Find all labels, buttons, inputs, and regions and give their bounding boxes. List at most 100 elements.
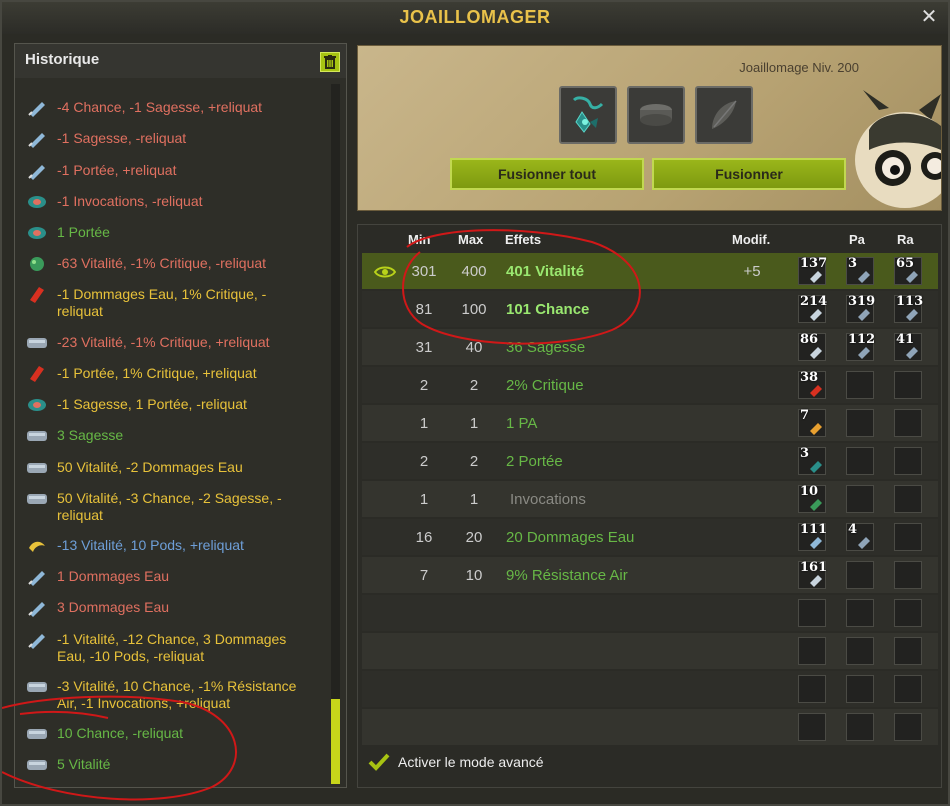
rune-slot[interactable] <box>894 637 922 665</box>
history-item: -3 Vitalité, 10 Chance, -1% Résistance Ai… <box>25 678 315 712</box>
effect-row[interactable]: 2 2 2% Critique 38 <box>362 367 938 403</box>
cell-effect: 401 Vitalité <box>506 263 585 280</box>
rune-slot[interactable] <box>798 675 826 703</box>
cell-effect: 1 PA <box>506 415 538 432</box>
rune-icon <box>904 345 920 359</box>
rune-slot[interactable] <box>798 713 826 741</box>
rune-icon <box>808 421 824 435</box>
table-header: Min Max Effets Modif. Pa Ra <box>358 225 941 251</box>
effect-row[interactable]: 1 1 Invocations 10 <box>362 481 938 517</box>
cell-max: 100 <box>461 301 487 318</box>
rune-slot[interactable] <box>894 371 922 399</box>
cell-effect: 36 Sagesse <box>506 339 586 356</box>
history-item-line: -1 Dommages Eau, 1% Critique, - <box>57 286 267 302</box>
fuse-button[interactable]: Fusionner <box>652 158 846 190</box>
rune-slot[interactable]: 161 <box>798 560 827 589</box>
rune-slot[interactable] <box>846 485 874 513</box>
effect-row[interactable]: 1 1 1 PA 7 <box>362 405 938 441</box>
rune-slot[interactable] <box>846 675 874 703</box>
history-item-line: -3 Vitalité, 10 Chance, -1% Résistance <box>57 678 297 694</box>
rune-slot[interactable]: 41 <box>894 332 922 361</box>
rune-slot[interactable] <box>894 675 922 703</box>
effect-row[interactable]: 31 40 36 Sagesse 86 112 41 <box>362 329 938 365</box>
rune-slot[interactable] <box>894 561 922 589</box>
rune-slot[interactable] <box>894 447 922 475</box>
history-item-text: -13 Vitalité, 10 Pods, +reliquat <box>57 537 244 554</box>
rune-slot[interactable]: 3 <box>846 256 874 285</box>
rune-icon <box>25 224 49 242</box>
history-item: 1 Portée <box>25 224 315 242</box>
item-slot-amulet[interactable] <box>559 86 617 144</box>
history-item: 1 Dommages Eau <box>25 568 315 586</box>
rune-slot[interactable]: 86 <box>798 332 826 361</box>
rune-slot[interactable]: 137 <box>798 256 827 285</box>
rune-slot[interactable] <box>894 409 922 437</box>
history-item-line-2: Eau, -10 Pods, -reliquat <box>57 648 205 664</box>
history-item-line: 1 Portée <box>57 224 110 240</box>
rune-slot[interactable] <box>846 599 874 627</box>
item-slot-rune[interactable] <box>627 86 685 144</box>
rune-slot[interactable]: 319 <box>846 294 875 323</box>
rune-slot[interactable] <box>894 599 922 627</box>
empty-row <box>362 595 938 631</box>
rune-slot[interactable] <box>846 409 874 437</box>
window-title: JOAILLOMAGER <box>399 7 551 27</box>
rune-slot[interactable]: 214 <box>798 294 828 323</box>
rune-icon <box>856 269 872 283</box>
rune-slot[interactable] <box>894 485 922 513</box>
history-item-line: -1 Sagesse, -reliquat <box>57 130 187 146</box>
empty-row <box>362 671 938 707</box>
rune-count: 4 <box>848 522 858 537</box>
rune-slot[interactable] <box>846 637 874 665</box>
history-title: Historique <box>25 51 100 68</box>
joaillomager-window: JOAILLOMAGER ✕ Historique -4 Chance, -1 … <box>0 0 950 806</box>
eye-icon[interactable] <box>373 265 397 283</box>
rune-slot[interactable]: 38 <box>798 370 826 399</box>
rune-icon <box>808 345 824 359</box>
rune-slot[interactable] <box>846 371 874 399</box>
history-item-line-2: Air, -1 Invocations, +reliquat <box>57 695 231 711</box>
history-item-line: -63 Vitalité, -1% Critique, -reliquat <box>57 255 267 271</box>
history-scrollbar[interactable] <box>331 84 340 784</box>
craft-area: Joaillomage Niv. 200 Fusionner tout Fusi… <box>357 45 942 211</box>
rune-icon <box>25 725 49 743</box>
header-ra: Ra <box>897 232 914 247</box>
fuse-all-button[interactable]: Fusionner tout <box>450 158 644 190</box>
cell-min: 16 <box>415 529 433 546</box>
item-slot-potion[interactable] <box>695 86 753 144</box>
rune-slot[interactable] <box>798 599 826 627</box>
title-bar[interactable]: JOAILLOMAGER ✕ <box>2 2 948 34</box>
cell-modif: +5 <box>743 263 761 280</box>
scrollbar-thumb[interactable] <box>331 699 340 784</box>
rune-count: 214 <box>800 294 828 309</box>
rune-icon <box>25 459 49 477</box>
rune-slot[interactable] <box>894 713 922 741</box>
rune-slot[interactable]: 3 <box>798 446 826 475</box>
rune-slot[interactable] <box>846 713 874 741</box>
rune-slot[interactable] <box>894 523 922 551</box>
close-icon[interactable]: ✕ <box>918 6 940 28</box>
effect-row[interactable]: 81 100 101 Chance 214 319 113 <box>362 291 938 327</box>
advanced-mode-toggle[interactable]: Activer le mode avancé <box>368 753 544 771</box>
effect-row[interactable]: 2 2 2 Portée 3 <box>362 443 938 479</box>
trash-icon[interactable] <box>320 52 340 72</box>
history-item: -23 Vitalité, -1% Critique, +reliquat <box>25 334 315 352</box>
history-item-text: -4 Chance, -1 Sagesse, +reliquat <box>57 99 262 116</box>
rune-slot[interactable]: 65 <box>894 256 922 285</box>
rune-slot[interactable]: 111 <box>798 522 827 551</box>
cell-max: 2 <box>469 377 479 394</box>
rune-slot[interactable]: 7 <box>798 408 826 437</box>
effect-row[interactable]: 7 10 9% Résistance Air 161 <box>362 557 938 593</box>
rune-slot[interactable]: 112 <box>846 332 875 361</box>
rune-slot[interactable] <box>846 447 874 475</box>
rune-slot[interactable] <box>846 561 874 589</box>
history-item-text: 50 Vitalité, -3 Chance, -2 Sagesse, - rel… <box>57 490 282 524</box>
rune-slot[interactable]: 113 <box>894 294 923 323</box>
history-item: -1 Dommages Eau, 1% Critique, - reliquat <box>25 286 315 320</box>
effect-row[interactable]: 16 20 20 Dommages Eau 111 4 <box>362 519 938 555</box>
rune-slot[interactable]: 10 <box>798 484 826 513</box>
rune-slot[interactable] <box>798 637 826 665</box>
rune-icon <box>808 573 824 587</box>
rune-slot[interactable]: 4 <box>846 522 874 551</box>
effect-row[interactable]: 301 400 401 Vitalité +5 137 3 65 <box>362 253 938 289</box>
